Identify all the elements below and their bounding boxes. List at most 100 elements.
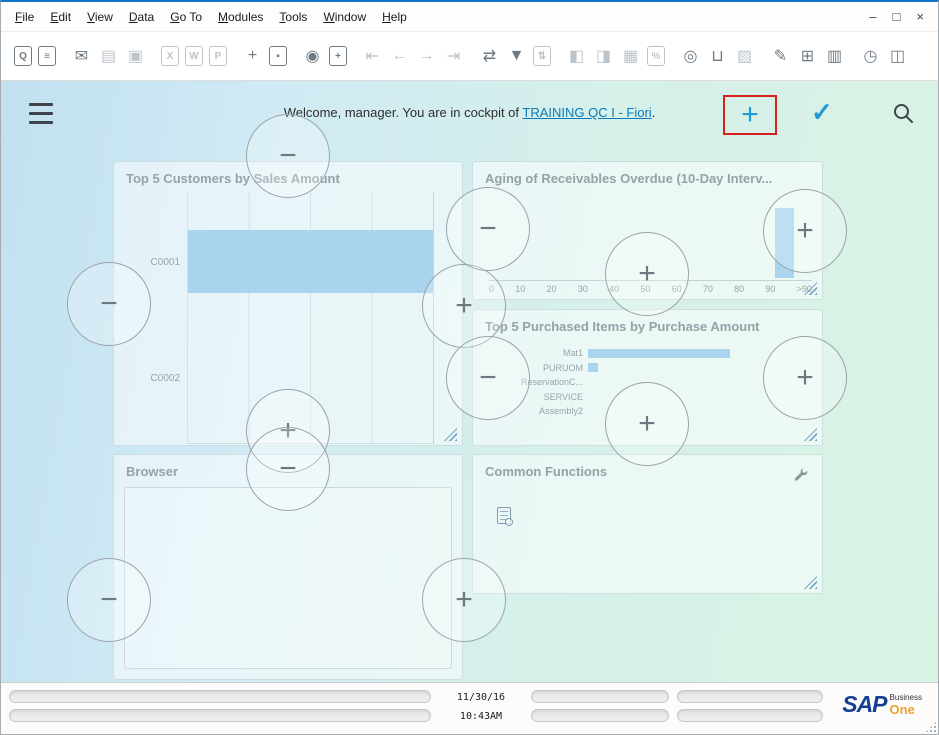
menu-help[interactable]: Help bbox=[374, 6, 415, 28]
aging-x-tick: 20 bbox=[547, 284, 557, 294]
window-controls: – □ × bbox=[869, 10, 932, 23]
form-settings-icon[interactable]: ⊞ bbox=[797, 46, 818, 67]
app-window: FileEditViewDataGo ToModulesToolsWindowH… bbox=[0, 0, 939, 735]
menu-file[interactable]: File bbox=[7, 6, 42, 28]
cockpit-name-link[interactable]: TRAINING QC I - Fiori bbox=[522, 105, 651, 120]
welcome-text: Welcome, manager. You are in cockpit of … bbox=[1, 105, 938, 120]
export-excel-icon[interactable]: X bbox=[161, 46, 179, 66]
remove-widget-circle-button[interactable]: − bbox=[446, 187, 530, 271]
email-icon[interactable]: ✉ bbox=[71, 46, 92, 67]
status-date: 11/30/16 bbox=[441, 692, 521, 703]
search-icon bbox=[891, 101, 915, 125]
next-record-icon[interactable]: → bbox=[416, 46, 437, 67]
finalize-check-button[interactable]: ✓ bbox=[811, 97, 833, 128]
lock-screen-icon[interactable]: ▪ bbox=[269, 46, 287, 66]
status-info-field bbox=[677, 690, 823, 703]
status-info-field bbox=[677, 709, 823, 722]
sales-category-label: C0002 bbox=[118, 373, 180, 384]
add-widget-button[interactable]: + bbox=[741, 100, 759, 130]
add-widget-circle-button[interactable]: + bbox=[422, 558, 506, 642]
status-info-field bbox=[531, 690, 669, 703]
pan-icon[interactable]: + bbox=[242, 46, 263, 67]
remove-widget-circle-button[interactable]: − bbox=[446, 336, 530, 420]
status-info-field bbox=[531, 709, 669, 722]
add-widget-circle-button[interactable]: + bbox=[763, 189, 847, 273]
status-bar: 11/30/16 10:43AM SAP Business One bbox=[1, 682, 938, 734]
aging-x-tick: 30 bbox=[578, 284, 588, 294]
add-widget-circle-button[interactable]: + bbox=[605, 382, 689, 466]
export-word-icon[interactable]: W bbox=[185, 46, 203, 66]
common-functions-widget[interactable]: Common Functions bbox=[472, 454, 823, 594]
hamburger-menu-icon[interactable] bbox=[29, 103, 53, 124]
sap-business-one-logo: SAP Business One bbox=[842, 692, 922, 717]
target-document-icon[interactable]: ◨ bbox=[593, 46, 614, 67]
remove-widget-circle-button[interactable]: − bbox=[67, 262, 151, 346]
remove-widget-circle-button[interactable]: − bbox=[246, 427, 330, 511]
document-printing-icon[interactable]: ▥ bbox=[824, 46, 845, 67]
status-time: 10:43AM bbox=[441, 711, 521, 722]
gross-profit-icon[interactable]: % bbox=[647, 46, 665, 66]
journal-entry-icon[interactable]: ▦ bbox=[620, 46, 641, 67]
menu-items: FileEditViewDataGo ToModulesToolsWindowH… bbox=[7, 6, 415, 28]
previous-record-icon[interactable]: ← bbox=[389, 46, 410, 67]
remove-widget-circle-button[interactable]: − bbox=[67, 558, 151, 642]
aging-x-tick: 90 bbox=[765, 284, 775, 294]
export-pdf-icon[interactable]: P bbox=[209, 46, 227, 66]
menu-go-to[interactable]: Go To bbox=[162, 6, 210, 28]
filter-icon[interactable]: ▼ bbox=[506, 46, 527, 67]
recurring-transactions-icon[interactable]: ◷ bbox=[860, 46, 881, 67]
menu-modules[interactable]: Modules bbox=[210, 6, 271, 28]
aging-x-tick: 70 bbox=[703, 284, 713, 294]
payment-means-icon[interactable]: ◎ bbox=[680, 46, 701, 67]
add-widget-circle-button[interactable]: + bbox=[763, 336, 847, 420]
browser-content-panel bbox=[124, 487, 452, 669]
refresh-icon[interactable]: ⇄ bbox=[479, 46, 500, 67]
first-record-icon[interactable]: ⇤ bbox=[362, 46, 383, 67]
add-widget-circle-button[interactable]: + bbox=[605, 232, 689, 316]
aging-widget-title: Aging of Receivables Overdue (10-Day Int… bbox=[473, 162, 822, 195]
print-icon[interactable]: ≡ bbox=[38, 46, 56, 66]
status-message-field bbox=[9, 690, 431, 703]
binoculars-find-icon[interactable]: ◉ bbox=[302, 46, 323, 67]
purchased-bar bbox=[588, 363, 598, 372]
maximize-button[interactable]: □ bbox=[893, 10, 901, 23]
wrench-icon[interactable] bbox=[793, 467, 808, 487]
add-record-icon[interactable]: + bbox=[329, 46, 347, 66]
logo-one-text: One bbox=[890, 703, 922, 717]
base-document-icon[interactable]: ◧ bbox=[566, 46, 587, 67]
transaction-journal-icon[interactable]: ▨ bbox=[734, 46, 755, 67]
menu-tools[interactable]: Tools bbox=[271, 6, 315, 28]
cockpit-area: Welcome, manager. You are in cockpit of … bbox=[1, 81, 938, 682]
menu-data[interactable]: Data bbox=[121, 6, 162, 28]
welcome-suffix: . bbox=[652, 105, 656, 120]
purchased-bar bbox=[588, 349, 730, 358]
aging-x-tick: 80 bbox=[734, 284, 744, 294]
remove-widget-circle-button[interactable]: − bbox=[246, 114, 330, 198]
minimize-button[interactable]: – bbox=[869, 10, 876, 23]
search-button[interactable] bbox=[891, 101, 915, 130]
menu-window[interactable]: Window bbox=[315, 6, 374, 28]
document-shortcut-icon[interactable] bbox=[497, 507, 511, 524]
status-message-field bbox=[9, 709, 431, 722]
find-icon[interactable]: Q bbox=[14, 46, 32, 66]
add-widget-highlight-box: + bbox=[723, 95, 777, 135]
resize-handle[interactable] bbox=[444, 428, 457, 441]
edit-icon[interactable]: ✎ bbox=[770, 46, 791, 67]
resize-handle[interactable] bbox=[804, 428, 817, 441]
menu-bar: FileEditViewDataGo ToModulesToolsWindowH… bbox=[1, 2, 938, 32]
copy-icon[interactable]: ▣ bbox=[125, 46, 146, 67]
sort-icon[interactable]: ⇅ bbox=[533, 46, 551, 66]
aging-x-tick: 10 bbox=[515, 284, 525, 294]
toolbar: Q ≡ ✉ ▤ ▣ XWP + ▪ ◉ + ⇤ ← → ⇥ ⇄ ▼ ⇅ ◧ ◨ ▦% ◎ ⊔ ▨ ✎ ⊞ ▥ ◷ ◫ bbox=[1, 32, 938, 81]
close-button[interactable]: × bbox=[916, 10, 924, 23]
menu-view[interactable]: View bbox=[79, 6, 121, 28]
print-preview-icon[interactable]: ▤ bbox=[98, 46, 119, 67]
window-resize-grip[interactable] bbox=[925, 721, 937, 733]
welcome-prefix: Welcome, manager. You are in cockpit of bbox=[284, 105, 523, 120]
menu-edit[interactable]: Edit bbox=[42, 6, 79, 28]
resize-handle[interactable] bbox=[804, 576, 817, 589]
sap-logo-text: SAP bbox=[842, 692, 886, 717]
queue-icon[interactable]: ◫ bbox=[887, 46, 908, 67]
volume-weight-icon[interactable]: ⊔ bbox=[707, 46, 728, 67]
last-record-icon[interactable]: ⇥ bbox=[443, 46, 464, 67]
